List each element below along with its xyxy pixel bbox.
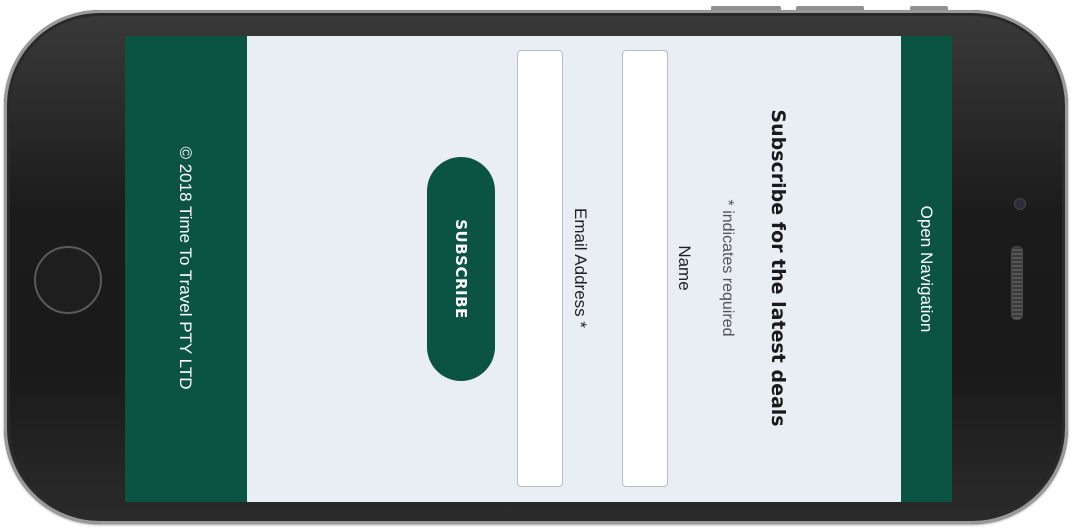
form-title: Subscribe for the latest deals [767,109,789,427]
email-input[interactable] [517,50,563,487]
site-footer: © 2018 Time To Travel PTY LTD [125,36,247,502]
subscribe-button-label: SUBSCRIBE [452,219,470,319]
name-label: Name [675,245,694,291]
subscribe-button[interactable]: SUBSCRIBE [427,157,495,381]
required-note: * indicates required [719,199,736,337]
navigation-bar: Open Navigation [901,36,952,502]
copyright-text: © 2018 Time To Travel PTY LTD [176,146,195,390]
speaker-grille [1011,246,1023,320]
volume-button [796,6,864,10]
power-button [910,6,948,10]
device-screen: © 2018 Time To Travel PTY LTD Open Navig… [125,36,952,502]
open-navigation-button[interactable]: Open Navigation [916,206,936,333]
home-button[interactable] [34,246,102,314]
volume-button [711,6,781,10]
front-camera [1014,198,1026,210]
email-label: Email Address * [571,208,590,328]
name-input[interactable] [622,50,668,487]
